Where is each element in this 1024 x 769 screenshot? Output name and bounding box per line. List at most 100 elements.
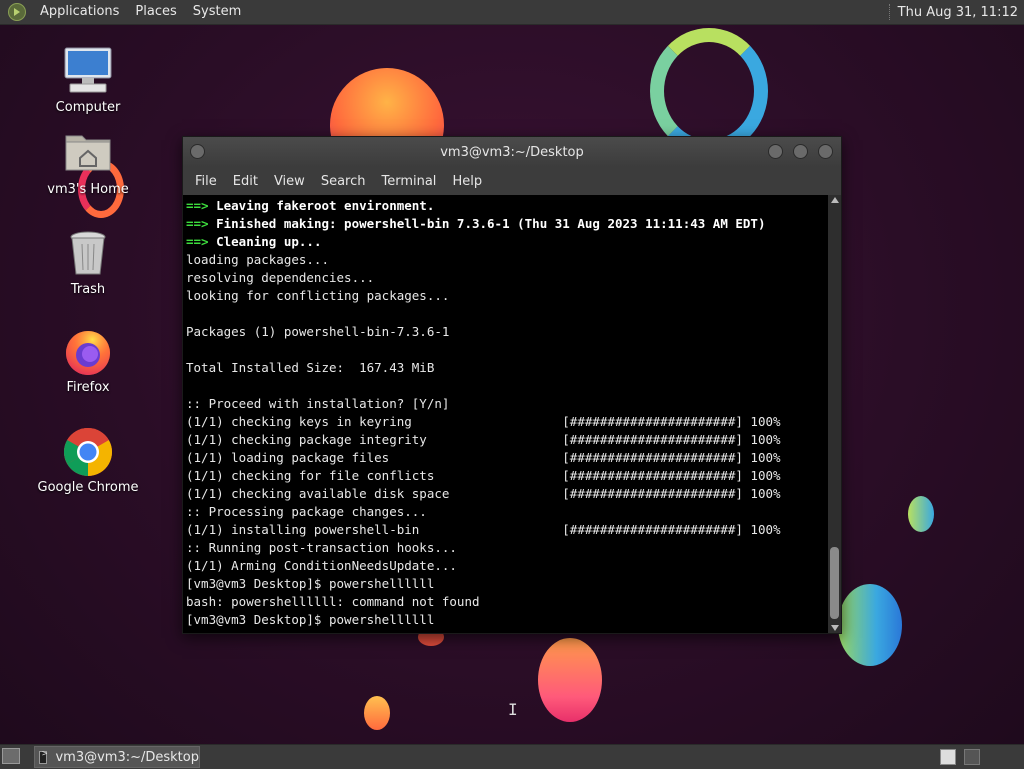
window-menu-button[interactable] — [190, 144, 205, 159]
terminal-line-text: (1/1) Arming ConditionNeedsUpdate... — [186, 558, 457, 573]
terminal-line-text: (1/1) installing powershell-bin [#######… — [186, 522, 781, 537]
terminal-line: loading packages... — [186, 251, 828, 269]
terminal-line: (1/1) checking for file conflicts [#####… — [186, 467, 828, 485]
terminal-line: ==> Leaving fakeroot environment. — [186, 197, 828, 215]
firefox-icon — [62, 326, 114, 378]
wallpaper-pink-blob — [538, 638, 602, 722]
terminal-line: (1/1) checking available disk space [###… — [186, 485, 828, 503]
terminal-line: :: Running post-transaction hooks... — [186, 539, 828, 557]
home-folder-icon — [62, 128, 114, 180]
terminal-line: :: Proceed with installation? [Y/n] — [186, 395, 828, 413]
terminal-line-text: (1/1) checking available disk space [###… — [186, 486, 781, 501]
terminal-titlebar[interactable]: vm3@vm3:~/Desktop — [183, 137, 841, 167]
desktop-icon-computer[interactable]: Computer — [33, 46, 143, 115]
terminal-line-text: [vm3@vm3 Desktop]$ powershellllll — [186, 576, 435, 591]
desktop-icon-firefox[interactable]: Firefox — [33, 326, 143, 395]
taskbar-window-label: vm3@vm3:~/Desktop — [55, 749, 199, 765]
terminal-line-text: Leaving fakeroot environment. — [216, 198, 435, 213]
terminal-line: Packages (1) powershell-bin-7.3.6-1 — [186, 323, 828, 341]
desktop-icon-label: Computer — [55, 100, 121, 115]
terminal-line-text: (1/1) checking keys in keyring [########… — [186, 414, 781, 429]
terminal-line-text: (1/1) loading package files [###########… — [186, 450, 781, 465]
desktop-icon-label: Firefox — [66, 380, 110, 395]
terminal-line-text: looking for conflicting packages... — [186, 288, 450, 303]
wallpaper-blue-green-blob — [908, 496, 934, 532]
desktop-icon-chrome[interactable]: Google Chrome — [33, 426, 143, 495]
menu-edit[interactable]: Edit — [225, 174, 266, 189]
terminal-line-text: Total Installed Size: 167.43 MiB — [186, 360, 435, 375]
scroll-up-arrow-icon[interactable] — [831, 197, 839, 203]
terminal-line-text: Cleaning up... — [216, 234, 322, 249]
terminal-line-arrow: ==> — [186, 234, 217, 249]
terminal-line: [vm3@vm3 Desktop]$ powershellllll — [186, 575, 828, 593]
terminal-line: Total Installed Size: 167.43 MiB — [186, 359, 828, 377]
applications-menu[interactable]: Applications — [32, 0, 127, 24]
taskbar-window-button[interactable]: vm3@vm3:~/Desktop — [34, 746, 200, 768]
terminal-menubar: File Edit View Search Terminal Help — [183, 167, 841, 195]
terminal-line: (1/1) Arming ConditionNeedsUpdate... — [186, 557, 828, 575]
show-desktop-icon[interactable] — [2, 748, 20, 764]
menu-file[interactable]: File — [187, 174, 225, 189]
terminal-window[interactable]: vm3@vm3:~/Desktop File Edit View Search … — [182, 136, 842, 634]
terminal-line-text: :: Proceed with installation? [Y/n] — [186, 396, 450, 411]
menu-search[interactable]: Search — [313, 174, 374, 189]
terminal-line-arrow: ==> — [186, 198, 217, 213]
desktop-icon-label: Trash — [70, 282, 106, 297]
scroll-down-arrow-icon[interactable] — [831, 625, 839, 631]
desktop-icon-label: Google Chrome — [37, 480, 139, 495]
terminal-line: [vm3@vm3 Desktop]$ powershellllll — [186, 611, 828, 629]
terminal-line-text: bash: powershellllll: command not found — [186, 594, 480, 609]
terminal-line: looking for conflicting packages... — [186, 287, 828, 305]
terminal-line: (1/1) installing powershell-bin [#######… — [186, 521, 828, 539]
terminal-line-text: :: Running post-transaction hooks... — [186, 540, 457, 555]
menu-help[interactable]: Help — [444, 174, 490, 189]
terminal-icon — [39, 749, 48, 764]
wallpaper-large-blue-green-blob — [838, 584, 902, 666]
terminal-line: bash: powershellllll: command not found — [186, 593, 828, 611]
window-title: vm3@vm3:~/Desktop — [440, 144, 584, 160]
bottom-panel: vm3@vm3:~/Desktop — [0, 744, 1024, 769]
terminal-scrollbar[interactable] — [828, 195, 841, 633]
terminal-line-text: [vm3@vm3 Desktop]$ powershellllll — [186, 612, 435, 627]
maximize-button[interactable] — [793, 144, 808, 159]
minimize-button[interactable] — [768, 144, 783, 159]
terminal-line: ==> Finished making: powershell-bin 7.3.… — [186, 215, 828, 233]
menu-view[interactable]: View — [266, 174, 313, 189]
terminal-line-arrow: ==> — [186, 216, 217, 231]
terminal-line: ==> Cleaning up... — [186, 233, 828, 251]
terminal-line: (1/1) checking keys in keyring [########… — [186, 413, 828, 431]
terminal-line-text: (1/1) checking for file conflicts [#####… — [186, 468, 781, 483]
terminal-line: (1/1) loading package files [###########… — [186, 449, 828, 467]
places-menu[interactable]: Places — [127, 0, 184, 24]
system-menu[interactable]: System — [185, 0, 249, 24]
workspace-1[interactable] — [940, 749, 956, 765]
terminal-output[interactable]: ==> Leaving fakeroot environment. ==> Fin… — [183, 195, 828, 633]
terminal-line-text: loading packages... — [186, 252, 329, 267]
menu-terminal[interactable]: Terminal — [373, 174, 444, 189]
panel-separator — [888, 4, 892, 20]
terminal-line: :: Processing package changes... — [186, 503, 828, 521]
terminal-line-text: Finished making: powershell-bin 7.3.6-1 … — [216, 216, 766, 231]
terminal-line: resolving dependencies... — [186, 269, 828, 287]
desktop-icon-label: vm3's Home — [47, 182, 129, 197]
terminal-line-text: Packages (1) powershell-bin-7.3.6-1 — [186, 324, 450, 339]
computer-icon — [62, 46, 114, 98]
workspace-2[interactable] — [964, 749, 980, 765]
text-cursor-icon: I — [508, 700, 518, 719]
close-button[interactable] — [818, 144, 833, 159]
terminal-line-text: :: Processing package changes... — [186, 504, 427, 519]
trash-icon — [62, 228, 114, 280]
distro-logo-icon[interactable] — [8, 3, 26, 21]
chrome-icon — [62, 426, 114, 478]
desktop-icon-home[interactable]: vm3's Home — [33, 128, 143, 197]
desktop-icon-trash[interactable]: Trash — [33, 228, 143, 297]
terminal-line: (1/1) checking package integrity [######… — [186, 431, 828, 449]
terminal-line-text: (1/1) checking package integrity [######… — [186, 432, 781, 447]
wallpaper-small-orange-blob — [364, 696, 390, 730]
terminal-line-text: resolving dependencies... — [186, 270, 375, 285]
scrollbar-thumb[interactable] — [830, 547, 839, 619]
clock[interactable]: Thu Aug 31, 11:12 — [898, 5, 1024, 20]
